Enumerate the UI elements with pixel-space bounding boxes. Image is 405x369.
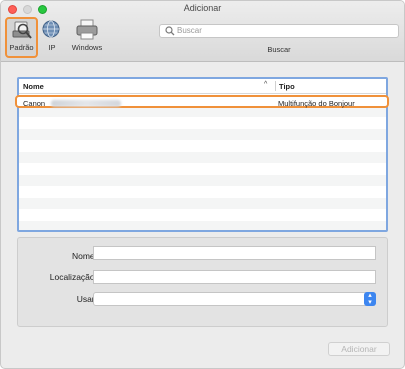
sort-ascending-icon: ^ — [264, 81, 268, 88]
tool-default[interactable]: Padrão — [5, 17, 38, 58]
window-title: Adicionar — [183, 3, 222, 13]
list-item — [19, 197, 386, 209]
location-label: Localização: — [49, 272, 97, 282]
name-field[interactable] — [93, 246, 376, 260]
list-item — [19, 174, 386, 186]
list-header: Nome ^ Tipo — [19, 79, 386, 94]
redacted-model — [51, 100, 121, 107]
list-item — [19, 117, 386, 129]
column-divider — [275, 81, 276, 91]
search-label: Buscar — [267, 45, 291, 54]
windows-printer-icon — [75, 19, 99, 41]
list-item — [19, 220, 386, 230]
printer-details-form: Nome: Localização: Usar: ▴ ▾ — [17, 237, 388, 327]
column-header-name[interactable]: Nome — [23, 82, 44, 91]
column-header-type[interactable]: Tipo — [279, 82, 295, 91]
list-item — [19, 128, 386, 140]
location-field[interactable] — [93, 270, 376, 284]
tool-windows-label: Windows — [71, 43, 103, 52]
tool-ip-label: IP — [48, 43, 56, 52]
list-item — [19, 163, 386, 175]
list-item — [19, 209, 386, 221]
list-rows — [19, 94, 386, 230]
tool-windows[interactable]: Windows — [68, 17, 106, 57]
default-printer-icon — [10, 20, 34, 42]
search-field[interactable]: Buscar — [159, 24, 399, 38]
list-item — [19, 140, 386, 152]
select-chevron-icon: ▴ ▾ — [364, 292, 376, 306]
list-item — [19, 151, 386, 163]
tool-ip[interactable]: IP — [39, 17, 65, 57]
printer-row-canon[interactable]: Canon Multifunção do Bonjour — [15, 95, 389, 108]
toolbar: Adicionar Padrão IP Windows Buscar Busca… — [1, 1, 404, 62]
add-printer-window: Adicionar Padrão IP Windows Buscar Busca… — [0, 0, 405, 369]
globe-icon — [40, 19, 64, 41]
add-button[interactable]: Adicionar — [328, 342, 390, 356]
tool-default-label: Padrão — [9, 43, 34, 52]
list-item — [19, 186, 386, 198]
printer-name: Canon — [23, 99, 46, 108]
search-icon — [165, 26, 175, 36]
printer-type: Multifunção do Bonjour — [278, 99, 355, 108]
search-placeholder: Buscar — [177, 26, 202, 35]
use-select[interactable]: ▴ ▾ — [93, 292, 376, 306]
